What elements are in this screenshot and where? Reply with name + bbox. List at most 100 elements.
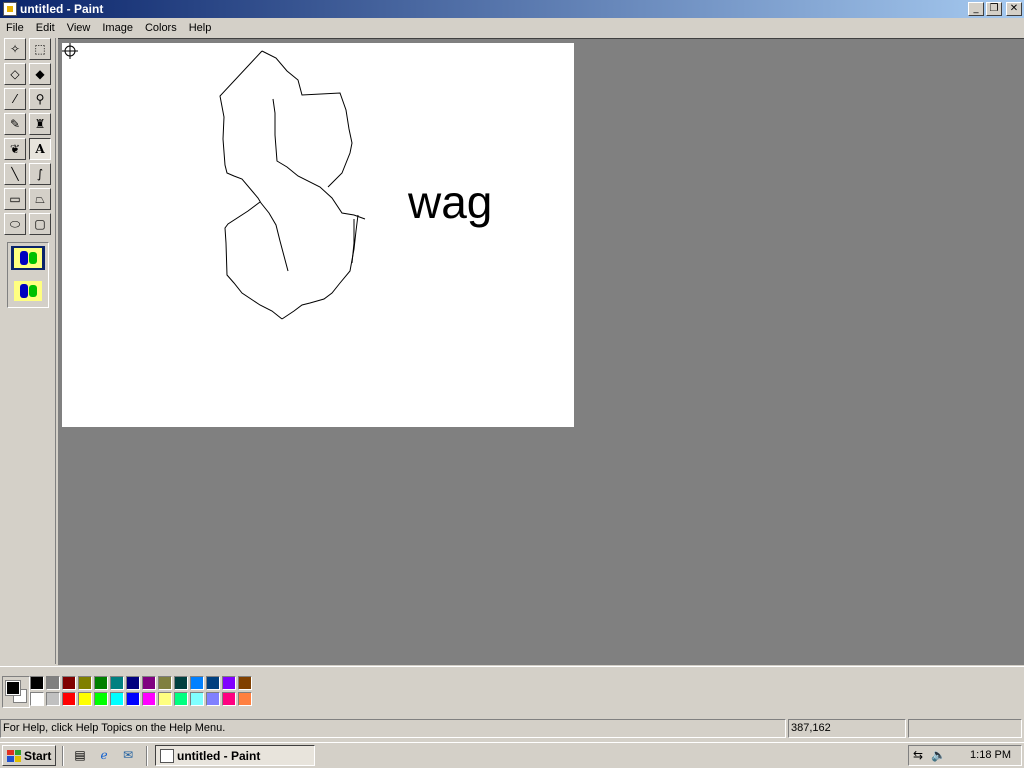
menu-bar: File Edit View Image Colors Help (0, 19, 1024, 37)
tool-brush[interactable]: ♜ (29, 113, 51, 135)
line-icon: ╲ (11, 167, 19, 181)
tool-polygon[interactable]: ⏢ (29, 188, 51, 210)
current-colors[interactable] (2, 676, 30, 708)
palette-swatch[interactable] (142, 676, 156, 690)
palette-swatch[interactable] (158, 692, 172, 706)
clock[interactable]: 1:18 PM (970, 749, 1011, 761)
palette-swatch[interactable] (222, 676, 236, 690)
palette-swatch[interactable] (110, 676, 124, 690)
palette-swatch[interactable] (30, 692, 44, 706)
palette-swatch[interactable] (126, 692, 140, 706)
taskbar: Start ▤ ℯ ✉ untitled - Paint ⇆ 🔈 1:18 PM (0, 742, 1024, 768)
transparent-background-icon (14, 281, 42, 301)
task-button-paint[interactable]: untitled - Paint (155, 745, 315, 766)
drawing-canvas[interactable]: wag (62, 43, 574, 427)
airbrush-icon: ❦ (9, 142, 21, 156)
palette-swatch[interactable] (62, 692, 76, 706)
tool-rectangle[interactable]: ▭ (4, 188, 26, 210)
network-icon[interactable]: ⇆ (913, 748, 923, 762)
tool-rounded-rectangle[interactable]: ▢ (29, 213, 51, 235)
tool-line[interactable]: ╲ (4, 163, 26, 185)
internet-explorer-icon[interactable]: ℯ (96, 747, 112, 763)
palette-swatch[interactable] (46, 676, 60, 690)
title-bar[interactable]: untitled - Paint _ ❐ ✕ (0, 0, 1024, 18)
task-button-label: untitled - Paint (177, 748, 261, 763)
free-form-select-icon: ✧ (9, 42, 21, 56)
menu-colors[interactable]: Colors (139, 19, 183, 37)
menu-image[interactable]: Image (96, 19, 139, 37)
palette-swatch[interactable] (126, 676, 140, 690)
tool-curve[interactable]: ∫ (29, 163, 51, 185)
tool-text[interactable]: A (29, 138, 51, 160)
show-desktop-icon[interactable]: ▤ (72, 747, 88, 763)
crosshair-cursor-icon (62, 43, 78, 59)
tool-select[interactable]: ⬚ (29, 38, 51, 60)
pencil-icon: ✎ (9, 117, 21, 131)
palette-swatch[interactable] (190, 692, 204, 706)
close-button[interactable]: ✕ (1006, 2, 1022, 16)
magnifier-icon: ⚲ (35, 92, 45, 106)
palette-swatch[interactable] (94, 692, 108, 706)
system-tray: ⇆ 🔈 1:18 PM (908, 745, 1022, 766)
palette-swatch[interactable] (62, 676, 76, 690)
paint-app-icon[interactable] (3, 2, 17, 16)
palette-swatch[interactable] (46, 692, 60, 706)
outlook-express-icon[interactable]: ✉ (120, 747, 136, 763)
canvas-text: wag (408, 176, 493, 228)
palette-swatch[interactable] (206, 692, 220, 706)
foreground-color (5, 680, 21, 696)
toolbox: ✧ ⬚ ◇ ◆ ⁄ ⚲ ✎ ♜ ❦ A ╲ ∫ ▭ ⏢ ⬭ ▢ (0, 38, 56, 664)
brush-icon: ♜ (34, 117, 46, 131)
rectangle-icon: ▭ (9, 192, 21, 206)
menu-edit[interactable]: Edit (30, 19, 61, 37)
color-box (0, 666, 1024, 716)
tool-pencil[interactable]: ✎ (4, 113, 26, 135)
fill-with-color-icon: ◆ (35, 67, 45, 81)
pick-color-icon: ⁄ (13, 92, 16, 106)
opaque-background-icon (14, 248, 42, 268)
eraser-icon: ◇ (10, 67, 20, 81)
tool-fill-with-color[interactable]: ◆ (29, 63, 51, 85)
restore-button[interactable]: ❐ (986, 2, 1002, 16)
palette-swatch[interactable] (206, 676, 220, 690)
palette-swatch[interactable] (174, 692, 188, 706)
palette-swatch[interactable] (238, 676, 252, 690)
transparent-background-option[interactable] (11, 279, 45, 303)
select-icon: ⬚ (34, 42, 46, 56)
workspace[interactable]: wag (58, 38, 1024, 665)
menu-file[interactable]: File (0, 19, 30, 37)
tool-free-form-select[interactable]: ✧ (4, 38, 26, 60)
tool-eraser[interactable]: ◇ (4, 63, 26, 85)
palette-swatch[interactable] (222, 692, 236, 706)
volume-icon[interactable]: 🔈 (931, 748, 946, 762)
tool-options (7, 242, 49, 308)
palette-swatch[interactable] (30, 676, 44, 690)
tool-pick-color[interactable]: ⁄ (4, 88, 26, 110)
palette-swatch[interactable] (94, 676, 108, 690)
palette-swatch[interactable] (190, 676, 204, 690)
palette-swatch[interactable] (174, 676, 188, 690)
window-title: untitled - Paint (20, 2, 104, 16)
palette-swatch[interactable] (142, 692, 156, 706)
menu-help[interactable]: Help (183, 19, 218, 37)
menu-view[interactable]: View (61, 19, 97, 37)
palette-swatch[interactable] (238, 692, 252, 706)
tool-ellipse[interactable]: ⬭ (4, 213, 26, 235)
palette-swatch[interactable] (78, 676, 92, 690)
text-icon: A (35, 142, 45, 156)
status-size (908, 719, 1022, 738)
opaque-background-option[interactable] (11, 246, 45, 270)
palette-swatch[interactable] (78, 692, 92, 706)
ellipse-icon: ⬭ (9, 216, 21, 231)
taskbar-separator (146, 746, 148, 766)
palette-swatch[interactable] (110, 692, 124, 706)
minimize-button[interactable]: _ (968, 2, 984, 16)
tool-airbrush[interactable]: ❦ (4, 138, 26, 160)
windows-logo-icon (7, 749, 21, 762)
start-button[interactable]: Start (2, 745, 56, 766)
status-bar: For Help, click Help Topics on the Help … (0, 719, 1024, 741)
palette-swatch[interactable] (158, 676, 172, 690)
tool-magnifier[interactable]: ⚲ (29, 88, 51, 110)
polygon-icon: ⏢ (35, 191, 45, 206)
start-label: Start (24, 748, 52, 763)
